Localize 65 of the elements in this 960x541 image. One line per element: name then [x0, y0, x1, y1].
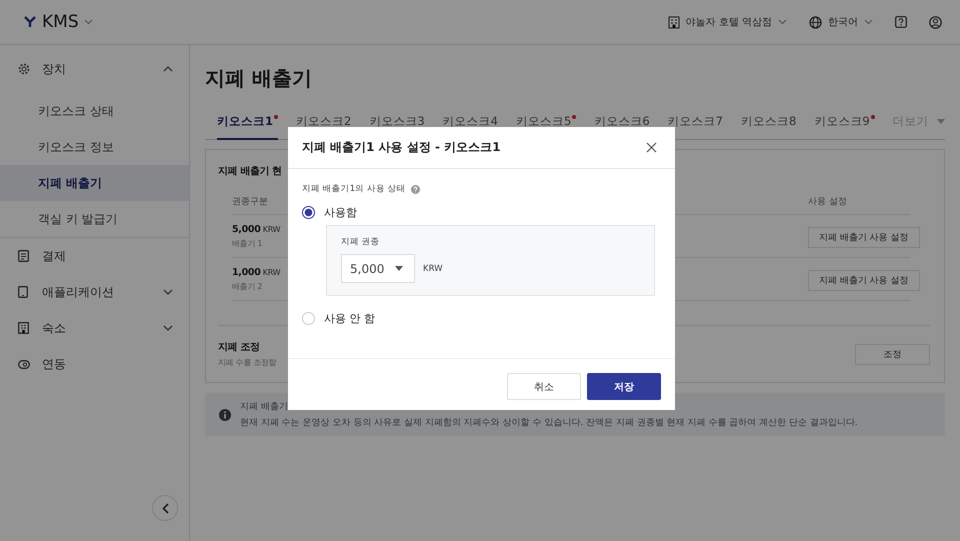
tab[interactable]: 키오스크1: [217, 114, 278, 140]
page-title: 지폐 배출기: [205, 65, 313, 92]
amount-text: 5,000 KRW: [232, 224, 280, 234]
building-icon: [18, 322, 29, 334]
nav-item[interactable]: 연동: [0, 346, 189, 382]
nav-item[interactable]: 장치: [0, 45, 189, 93]
save-button[interactable]: 저장: [587, 373, 661, 400]
section-title: 지폐 조정: [218, 341, 260, 354]
nav-item[interactable]: 애플리케이션: [0, 274, 189, 310]
nav-item[interactable]: 숙소: [0, 310, 189, 346]
nav-subitem[interactable]: 객실 키 발급기: [0, 201, 189, 237]
section-description: 지폐 수를 조정할: [218, 357, 276, 368]
tablet-icon: [18, 286, 28, 298]
tab[interactable]: 키오스크3: [369, 114, 425, 140]
info-text: 현재 지폐 수는 운영상 오차 등의 사유로 실제 지폐함의 지폐수와 상이할 수 있습니다. 잔액은 지폐 권종별 현재 지폐 수를 곱하여 계산한 단순 결과입니다.: [240, 417, 858, 429]
unit-label: KRW: [423, 264, 443, 274]
app-switcher[interactable]: KMS: [42, 12, 93, 32]
usage-settings-button[interactable]: 지폐 배출기 사용 설정: [808, 270, 920, 290]
language-selector[interactable]: 한국어: [809, 15, 873, 29]
dialog-title: 지폐 배출기1 사용 설정 - 키오스크1: [302, 139, 501, 156]
denomination-select[interactable]: 5,000: [341, 254, 415, 283]
amount-text: 1,000 KRW: [232, 266, 280, 278]
nav-item[interactable]: 결제: [0, 238, 189, 274]
nav-subitem[interactable]: 키오스크 상태: [0, 93, 189, 129]
gear-icon: [18, 63, 30, 75]
close-icon[interactable]: [646, 142, 657, 153]
help-icon[interactable]: [895, 16, 907, 28]
column-header: 사용 설정: [808, 196, 848, 208]
chevron-down-icon: [84, 19, 93, 25]
user-icon[interactable]: [929, 16, 942, 28]
chevron-left-icon: [162, 502, 168, 514]
tab[interactable]: 키오스크4: [442, 114, 498, 140]
chevron-down-icon: [864, 19, 873, 25]
section-title: 지폐 배출기 현: [218, 165, 283, 178]
building-icon: [668, 16, 680, 28]
caret-down-icon: [936, 119, 945, 124]
info-icon: [219, 408, 231, 420]
property-selector[interactable]: 야놀자 호텔 역삼점: [668, 15, 787, 29]
radio-button[interactable]: [302, 206, 315, 219]
adjust-button[interactable]: 조정: [855, 344, 930, 364]
nav-subitem[interactable]: 지폐 배출기: [0, 165, 189, 201]
info-text: 지폐 배출기: [240, 401, 289, 413]
cancel-button[interactable]: 취소: [507, 373, 581, 400]
field-label: 지폐 권종: [341, 236, 381, 248]
usage-settings-button[interactable]: 지폐 배출기 사용 설정: [808, 226, 920, 248]
option-label: 사용함: [324, 205, 357, 220]
tab[interactable]: 키오스크9: [814, 114, 875, 140]
dispenser-name: 배출기 1: [232, 238, 264, 248]
option-label: 사용 안 함: [324, 311, 375, 326]
dispenser-name: 배출기 2: [232, 280, 264, 292]
tab[interactable]: 키오스크7: [668, 114, 723, 140]
field-label: 지폐 배출기1의 사용 상태: [302, 183, 406, 195]
logo-icon: [24, 16, 36, 28]
receipt-icon: [18, 250, 29, 262]
globe-icon: [809, 16, 822, 28]
caret-down-icon: [395, 266, 403, 271]
collapse-sidebar-button[interactable]: [152, 495, 178, 521]
tab[interactable]: 키오스크2: [296, 114, 352, 140]
tab[interactable]: 키오스크6: [594, 114, 650, 140]
help-icon: [410, 184, 420, 194]
column-header: 권종구분: [232, 196, 268, 208]
chevron-down-icon: [778, 19, 787, 25]
nav-subitem[interactable]: 키오스크 정보: [0, 129, 189, 165]
link-icon: [18, 360, 30, 368]
tab[interactable]: 키오스크8: [740, 114, 796, 140]
